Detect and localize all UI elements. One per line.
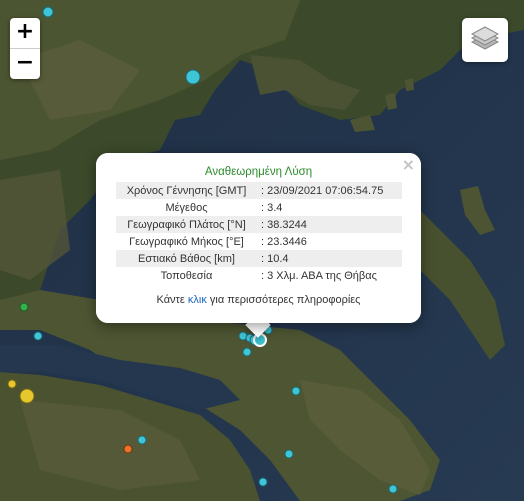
table-row: Μέγεθος : 3.4 xyxy=(116,199,402,216)
layers-button[interactable] xyxy=(462,18,508,62)
more-info-link[interactable]: κλικ xyxy=(188,294,207,306)
details-table: Χρόνος Γέννησης [GMT]: 23/09/2021 07:06:… xyxy=(116,182,402,284)
marker xyxy=(291,386,301,396)
row-value: : 3.4 xyxy=(261,201,283,214)
zoom-out-button[interactable]: − xyxy=(10,49,40,79)
marker xyxy=(242,347,252,357)
table-row: Χρόνος Γέννησης [GMT]: 23/09/2021 07:06:… xyxy=(116,182,402,199)
table-row: Εστιακό Βάθος [km]: 10.4 xyxy=(116,250,402,267)
marker xyxy=(258,477,268,487)
marker xyxy=(42,6,54,18)
zoom-control: + − xyxy=(10,18,40,79)
table-row: Τοποθεσία : 3 Χλμ. ΑΒΑ της Θήβας xyxy=(116,267,402,284)
row-label: Τοποθεσία xyxy=(160,269,213,282)
marker xyxy=(137,435,147,445)
more-prefix: Κάντε xyxy=(156,294,188,306)
marker xyxy=(33,331,43,341)
zoom-in-button[interactable]: + xyxy=(10,18,40,48)
row-label: Γεωγραφικό Πλάτος [°N] xyxy=(116,216,257,233)
marker xyxy=(19,302,29,312)
table-row: Γεωγραφικό Μήκος [°E] : 23.3446 xyxy=(116,233,402,250)
row-value: : 10.4 xyxy=(257,250,402,267)
marker xyxy=(7,379,17,389)
table-row: Γεωγραφικό Πλάτος [°N]: 38.3244 xyxy=(116,216,402,233)
popup-content: × Αναθεωρημένη Λύση Χρόνος Γέννησης [GMT… xyxy=(96,153,421,323)
row-label: Εστιακό Βάθος [km] xyxy=(116,250,257,267)
marker xyxy=(284,449,294,459)
more-info-text: Κάντε κλικ για περισσότερες πληροφορίες xyxy=(96,294,421,306)
row-value: : 23.3446 xyxy=(261,235,307,248)
marker xyxy=(388,484,398,494)
row-label: Γεωγραφικό Μήκος [°E] xyxy=(129,235,244,248)
layers-icon xyxy=(470,26,500,50)
marker xyxy=(185,69,201,85)
row-value: : 23/09/2021 07:06:54.75 xyxy=(257,182,402,199)
row-label: Χρόνος Γέννησης [GMT] xyxy=(116,182,257,199)
earthquake-popup: × Αναθεωρημένη Λύση Χρόνος Γέννησης [GMT… xyxy=(96,153,421,323)
marker xyxy=(19,388,35,404)
row-value: : 3 Χλμ. ΑΒΑ της Θήβας xyxy=(261,269,377,282)
row-label: Μέγεθος xyxy=(165,201,208,214)
more-suffix: για περισσότερες πληροφορίες xyxy=(206,294,361,306)
island-3 xyxy=(405,78,414,91)
popup-title: Αναθεωρημένη Λύση xyxy=(204,166,313,178)
marker xyxy=(123,444,133,454)
row-value: : 38.3244 xyxy=(257,216,402,233)
